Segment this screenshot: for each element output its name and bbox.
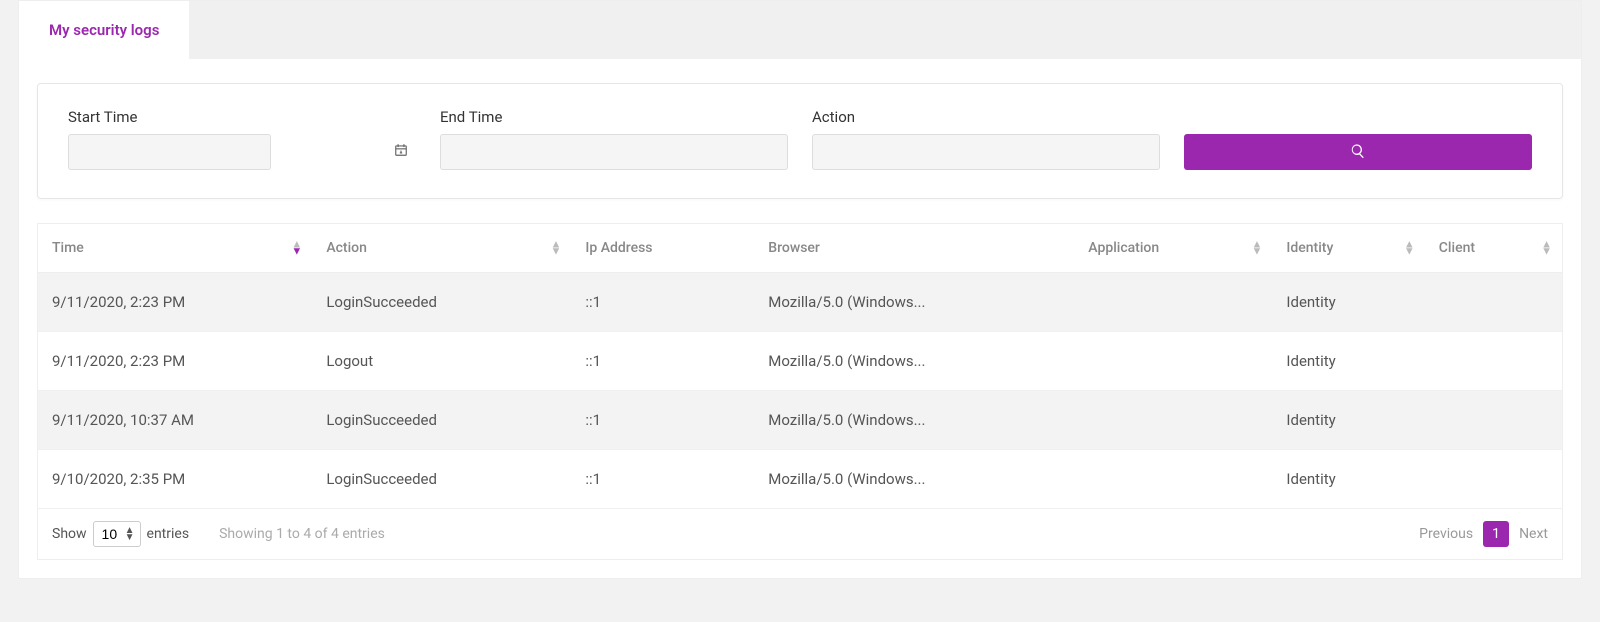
filter-end-time: End Time <box>440 108 788 170</box>
table-header-row: Time ▲▼ Action ▲▼ Ip Address Browser <box>38 224 1562 273</box>
cell-time: 9/10/2020, 2:35 PM <box>38 450 312 509</box>
start-time-input-wrap <box>68 134 416 170</box>
page-size-group: Show 10 ▲▼ entries <box>52 521 189 547</box>
page-container: My security logs Start Time End Time Act… <box>18 0 1582 579</box>
cell-browser: Mozilla/5.0 (Windows... <box>754 450 1074 509</box>
cell-browser: Mozilla/5.0 (Windows... <box>754 273 1074 332</box>
search-icon <box>1350 143 1366 162</box>
cell-application <box>1074 332 1272 391</box>
page-1-button[interactable]: 1 <box>1483 521 1509 547</box>
col-ip[interactable]: Ip Address <box>571 224 754 273</box>
filter-card: Start Time End Time Action <box>37 83 1563 199</box>
cell-action: Logout <box>312 332 571 391</box>
cell-identity: Identity <box>1272 450 1424 509</box>
sort-icon: ▲▼ <box>1252 241 1263 254</box>
search-button[interactable] <box>1184 134 1532 170</box>
entries-info: Showing 1 to 4 of 4 entries <box>219 526 385 542</box>
cell-identity: Identity <box>1272 332 1424 391</box>
col-action[interactable]: Action ▲▼ <box>312 224 571 273</box>
cell-ip: ::1 <box>571 273 754 332</box>
sort-icon: ▲▼ <box>1541 241 1552 254</box>
cell-identity: Identity <box>1272 391 1424 450</box>
table-footer: Show 10 ▲▼ entries Showing 1 to 4 of 4 e… <box>38 509 1562 559</box>
sort-icon: ▲▼ <box>551 241 562 254</box>
col-application[interactable]: Application ▲▼ <box>1074 224 1272 273</box>
cell-action: LoginSucceeded <box>312 450 571 509</box>
col-identity-label: Identity <box>1286 240 1333 256</box>
col-browser-label: Browser <box>768 240 820 256</box>
table-body: 9/11/2020, 2:23 PMLoginSucceeded::1Mozil… <box>38 273 1562 509</box>
sort-icon: ▲▼ <box>291 241 302 254</box>
cell-client <box>1425 391 1562 450</box>
cell-ip: ::1 <box>571 391 754 450</box>
cell-action: LoginSucceeded <box>312 273 571 332</box>
cell-ip: ::1 <box>571 450 754 509</box>
page-size-select[interactable]: 10 <box>93 521 141 547</box>
cell-client <box>1425 332 1562 391</box>
sort-icon: ▲▼ <box>1404 241 1415 254</box>
filter-start-time: Start Time <box>68 108 416 170</box>
col-client[interactable]: Client ▲▼ <box>1425 224 1562 273</box>
table-row: 9/10/2020, 2:35 PMLoginSucceeded::1Mozil… <box>38 450 1562 509</box>
show-label: Show <box>52 526 87 542</box>
cell-time: 9/11/2020, 10:37 AM <box>38 391 312 450</box>
table-row: 9/11/2020, 10:37 AMLoginSucceeded::1Mozi… <box>38 391 1562 450</box>
col-identity[interactable]: Identity ▲▼ <box>1272 224 1424 273</box>
col-time-label: Time <box>52 240 84 256</box>
next-button[interactable]: Next <box>1519 526 1548 542</box>
tab-bar: My security logs <box>19 1 1581 59</box>
cell-action: LoginSucceeded <box>312 391 571 450</box>
calendar-icon <box>394 143 408 161</box>
action-label: Action <box>812 108 1160 126</box>
end-time-label: End Time <box>440 108 788 126</box>
start-time-label: Start Time <box>68 108 416 126</box>
cell-browser: Mozilla/5.0 (Windows... <box>754 332 1074 391</box>
pager: Previous 1 Next <box>1419 521 1548 547</box>
logs-table: Time ▲▼ Action ▲▼ Ip Address Browser <box>38 224 1562 509</box>
entries-label: entries <box>147 526 190 542</box>
col-application-label: Application <box>1088 240 1159 256</box>
table-row: 9/11/2020, 2:23 PMLoginSucceeded::1Mozil… <box>38 273 1562 332</box>
action-input[interactable] <box>812 134 1160 170</box>
cell-client <box>1425 273 1562 332</box>
cell-time: 9/11/2020, 2:23 PM <box>38 273 312 332</box>
cell-application <box>1074 391 1272 450</box>
cell-browser: Mozilla/5.0 (Windows... <box>754 391 1074 450</box>
previous-button[interactable]: Previous <box>1419 526 1473 542</box>
cell-time: 9/11/2020, 2:23 PM <box>38 332 312 391</box>
cell-application <box>1074 273 1272 332</box>
cell-application <box>1074 450 1272 509</box>
start-time-input[interactable] <box>68 134 271 170</box>
content-area: Start Time End Time Action <box>19 59 1581 578</box>
col-time[interactable]: Time ▲▼ <box>38 224 312 273</box>
logs-table-card: Time ▲▼ Action ▲▼ Ip Address Browser <box>37 223 1563 560</box>
col-action-label: Action <box>326 240 367 256</box>
col-browser[interactable]: Browser <box>754 224 1074 273</box>
filter-action: Action <box>812 108 1160 170</box>
col-ip-label: Ip Address <box>585 240 652 256</box>
cell-ip: ::1 <box>571 332 754 391</box>
cell-identity: Identity <box>1272 273 1424 332</box>
tab-security-logs[interactable]: My security logs <box>19 1 189 59</box>
col-client-label: Client <box>1439 240 1475 256</box>
table-row: 9/11/2020, 2:23 PMLogout::1Mozilla/5.0 (… <box>38 332 1562 391</box>
cell-client <box>1425 450 1562 509</box>
end-time-input[interactable] <box>440 134 788 170</box>
